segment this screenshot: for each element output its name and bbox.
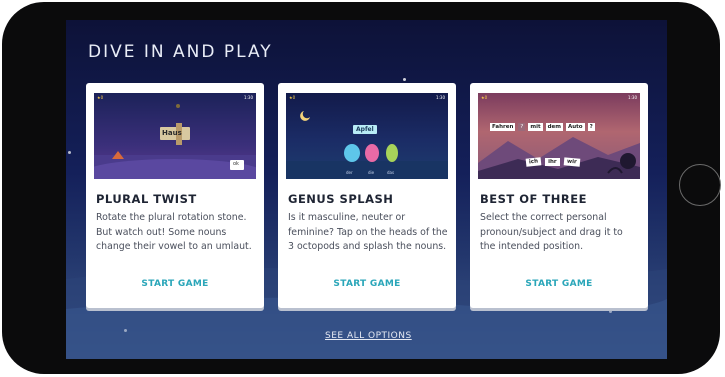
game-screen: DIVE IN AND PLAY ★0 1:30 Haus ok PLURAL … — [66, 20, 667, 359]
timer: 1:30 — [436, 95, 445, 100]
sentence-word: Fahren — [490, 123, 516, 131]
card-title: PLURAL TWIST — [96, 192, 197, 206]
choice-wir: wir — [563, 157, 580, 167]
thumbnail-word: Apfel — [353, 125, 377, 134]
start-game-button[interactable]: START GAME — [278, 279, 456, 289]
timer: 1:30 — [244, 95, 253, 100]
start-game-button[interactable]: START GAME — [470, 279, 648, 289]
sentence-word: ? — [587, 123, 595, 131]
article-label-die: die — [368, 170, 375, 175]
sentence-gap: ? — [518, 123, 526, 131]
thumbnail-word: Haus — [162, 129, 182, 137]
home-button[interactable] — [679, 164, 721, 206]
star-decoration — [124, 329, 127, 332]
card-description: Is it masculine, neuter or feminine? Tap… — [288, 212, 448, 253]
sentence-word: dem — [545, 123, 563, 131]
game-card-best-of-three[interactable]: ★0 1:30 Fahren ? mit dem Auto ? ich ihr … — [470, 83, 648, 308]
card-title: GENUS SPLASH — [288, 192, 394, 206]
sentence-row: Fahren ? mit dem Auto ? — [490, 123, 595, 131]
sentence-word: Auto — [566, 123, 585, 131]
game-card-plural-twist[interactable]: ★0 1:30 Haus ok PLURAL TWIST Rotate the … — [86, 83, 264, 308]
card-description: Rotate the plural rotation stone. But wa… — [96, 212, 252, 253]
choice-ihr: ihr — [545, 158, 560, 166]
stars-counter: ★0 — [289, 95, 296, 100]
sentence-word: mit — [528, 123, 543, 131]
section-title: DIVE IN AND PLAY — [88, 42, 273, 62]
stars-counter: ★0 — [97, 95, 104, 100]
game-thumbnail: ★0 1:30 Haus ok — [94, 93, 256, 179]
game-card-genus-splash[interactable]: ★0 1:30 Apfel der die das GENUS SPLASH I… — [278, 83, 456, 308]
game-thumbnail: ★0 1:30 Apfel der die das — [286, 93, 448, 179]
thumbnail-art — [286, 111, 448, 179]
game-thumbnail: ★0 1:30 Fahren ? mit dem Auto ? ich ihr … — [478, 93, 640, 179]
article-label-der: der — [346, 170, 353, 175]
timer: 1:30 — [628, 95, 637, 100]
pronoun-choices: ich ihr wir — [525, 157, 580, 167]
card-title: BEST OF THREE — [480, 192, 587, 206]
star-decoration — [68, 151, 71, 154]
choice-ich: ich — [525, 157, 542, 167]
article-label-das: das — [387, 170, 395, 175]
ok-button: ok — [233, 161, 239, 167]
star-decoration — [403, 78, 406, 81]
tablet-frame: DIVE IN AND PLAY ★0 1:30 Haus ok PLURAL … — [2, 2, 721, 374]
start-game-button[interactable]: START GAME — [86, 279, 264, 289]
stars-counter: ★0 — [481, 95, 488, 100]
thumbnail-art — [478, 137, 640, 179]
card-description: Select the correct personal pronoun/subj… — [480, 212, 623, 253]
see-all-options-link[interactable]: SEE ALL OPTIONS — [325, 331, 412, 341]
star-decoration — [609, 310, 612, 313]
